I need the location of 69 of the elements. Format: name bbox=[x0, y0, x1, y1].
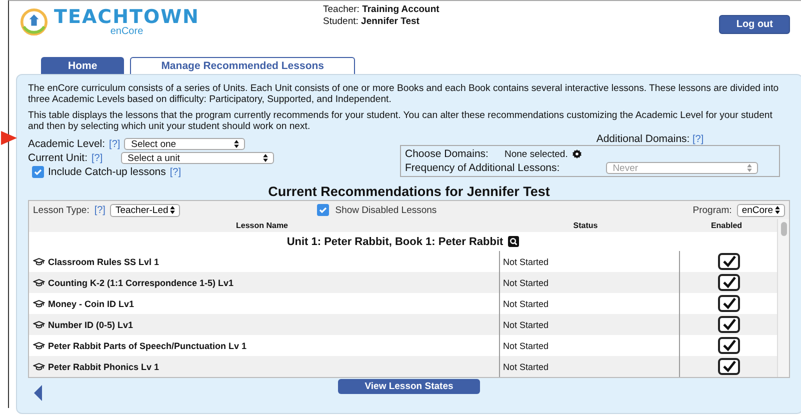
recommendations-title: Current Recommendations for Jennifer Test bbox=[267, 184, 551, 200]
current-unit-label: Current Unit: bbox=[28, 152, 88, 164]
intro-paragraph: This table displays the lessons that the program currently recommends for your student. You can alter these recommendations customizing the Academic Level for your student and then by selecting which unit your student should work on next. bbox=[28, 110, 774, 132]
teacher-name: Training Account bbox=[362, 4, 440, 15]
tab[interactable]: Home bbox=[41, 57, 124, 74]
updown-icon bbox=[234, 140, 240, 148]
graduation-cap-icon bbox=[33, 278, 45, 287]
column-header: Status bbox=[572, 221, 599, 230]
updown-icon bbox=[170, 206, 176, 214]
lesson-name: Peter Rabbit Parts of Speech/Punctuation Lv 1 bbox=[48, 340, 247, 350]
lesson-name: Peter Rabbit Phonics Lv 1 bbox=[48, 362, 160, 372]
additional-domains-title: Additional Domains: bbox=[596, 133, 690, 145]
logo-title: TEACHTOWN bbox=[54, 7, 200, 27]
logo-icon bbox=[20, 8, 48, 36]
lesson-status: Not Started bbox=[499, 272, 680, 293]
lesson-name: Money - Coin ID Lv1 bbox=[48, 298, 134, 308]
student-name: Jennifer Test bbox=[361, 16, 420, 27]
search-icon[interactable] bbox=[508, 236, 520, 247]
current-unit-select[interactable]: Select a unit bbox=[120, 152, 274, 164]
lesson-status: Not Started bbox=[499, 356, 680, 377]
pointer-arrow-icon bbox=[1, 131, 17, 145]
enabled-checkbox[interactable] bbox=[718, 358, 740, 375]
logo-subtitle: enCore bbox=[110, 27, 144, 37]
updown-icon bbox=[775, 206, 780, 214]
settings-icon[interactable] bbox=[572, 149, 582, 159]
column-header: Lesson Name bbox=[234, 221, 290, 230]
help-link[interactable]: [?] bbox=[692, 134, 704, 145]
lesson-name: Number ID (0-5) Lv1 bbox=[48, 320, 134, 330]
teacher-label: Teacher: bbox=[323, 4, 360, 15]
lesson-type-select[interactable]: Teacher-Led bbox=[110, 204, 180, 216]
lesson-type-label: Lesson Type: bbox=[33, 204, 90, 216]
enabled-checkbox[interactable] bbox=[718, 316, 740, 333]
updown-icon bbox=[262, 154, 268, 162]
back-arrow-icon[interactable] bbox=[34, 385, 42, 401]
lesson-name: Counting K-2 (1:1 Correspondence 1-5) Lv1 bbox=[48, 278, 234, 288]
academic-level-select[interactable]: Select one bbox=[124, 138, 246, 150]
student-label: Student: bbox=[323, 16, 358, 27]
help-link[interactable]: [?] bbox=[170, 166, 182, 178]
lesson-name: Classroom Rules SS Lvl 1 bbox=[48, 256, 160, 266]
program-label: Program: bbox=[692, 204, 732, 216]
enabled-checkbox[interactable] bbox=[718, 337, 740, 354]
intro-paragraph: The enCore curriculum consists of a series of Units. Each Unit consists of one or more Books and each Book contains several interactive lessons. These lessons are divided into three Academic Levels based on difficulty: Participatory, Supported, and Independent. bbox=[28, 83, 780, 105]
graduation-cap-icon bbox=[33, 362, 45, 371]
enabled-checkbox[interactable] bbox=[718, 253, 740, 270]
program-select[interactable]: enCore bbox=[736, 204, 785, 216]
updown-icon bbox=[746, 164, 752, 172]
graduation-cap-icon bbox=[33, 257, 45, 266]
help-link[interactable]: [?] bbox=[109, 138, 120, 150]
view-lesson-states-button[interactable]: View Lesson States bbox=[338, 379, 480, 394]
enabled-checkbox[interactable] bbox=[718, 295, 740, 312]
lesson-status: Not Started bbox=[499, 314, 680, 335]
show-disabled-label: Show Disabled Lessons bbox=[335, 204, 437, 216]
unit-group-heading: Unit 1: Peter Rabbit, Book 1: Peter Rabbit bbox=[286, 236, 504, 248]
logout-button[interactable]: Log out bbox=[719, 15, 790, 34]
scrollbar[interactable] bbox=[777, 219, 789, 377]
help-link[interactable]: [?] bbox=[94, 204, 106, 216]
academic-level-label: Academic Level: bbox=[28, 138, 106, 150]
tab[interactable]: Manage Recommended Lessons bbox=[130, 57, 355, 74]
frequency-label: Frequency of Additional Lessons: bbox=[405, 162, 560, 174]
choose-domains-label: Choose Domains: bbox=[405, 148, 488, 160]
graduation-cap-icon bbox=[33, 341, 45, 350]
catch-up-label: Include Catch-up lessons bbox=[48, 166, 166, 178]
domains-value: None selected. bbox=[504, 148, 568, 160]
help-link[interactable]: [?] bbox=[92, 152, 103, 164]
column-header: Enabled bbox=[710, 221, 744, 230]
enabled-checkbox[interactable] bbox=[718, 274, 740, 291]
graduation-cap-icon bbox=[33, 299, 45, 308]
graduation-cap-icon bbox=[33, 320, 45, 329]
catch-up-checkbox[interactable] bbox=[32, 166, 44, 178]
